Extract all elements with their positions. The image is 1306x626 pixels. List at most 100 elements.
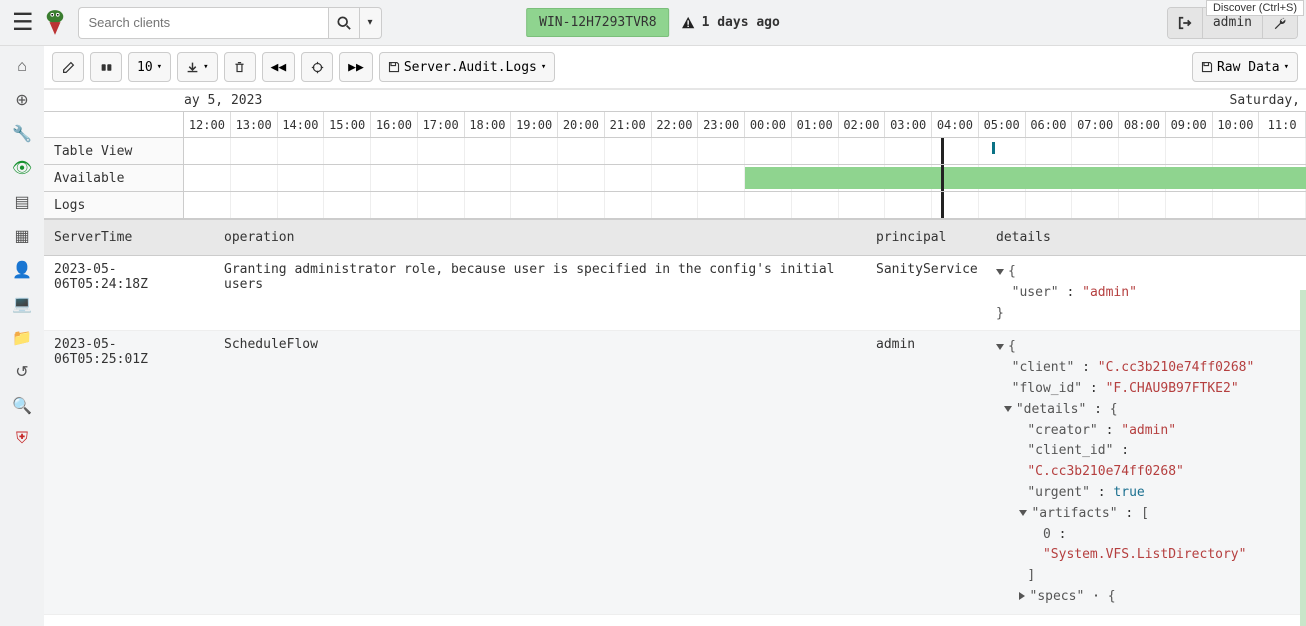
- menu-icon[interactable]: ☰: [8, 4, 38, 41]
- timeline-hour: 12:00: [184, 112, 231, 137]
- col-details[interactable]: details: [986, 230, 1306, 245]
- timeline-hour: 01:00: [792, 112, 839, 137]
- pencil-icon: [62, 61, 75, 74]
- crosshair-icon: [311, 61, 324, 74]
- search-input[interactable]: [78, 7, 328, 39]
- laptop-icon[interactable]: 💻: [12, 294, 32, 314]
- cell-details: { "user" : "admin" }: [986, 262, 1306, 324]
- delete-button[interactable]: [224, 52, 256, 82]
- timeline-marker[interactable]: [992, 142, 995, 154]
- trash-icon: [233, 61, 246, 74]
- edit-button[interactable]: [52, 52, 84, 82]
- rewind-button[interactable]: ◀◀: [262, 52, 296, 82]
- json-toggle-icon[interactable]: [996, 269, 1004, 275]
- binoculars-icon[interactable]: 🔍: [12, 396, 32, 416]
- save-icon: [1201, 61, 1213, 73]
- user-icon[interactable]: 👤: [12, 260, 32, 280]
- app-logo-icon: [44, 8, 66, 38]
- timeline-hour: 11:0: [1259, 112, 1306, 137]
- raw-data-dropdown[interactable]: Raw Data▾: [1192, 52, 1298, 82]
- search-options-caret[interactable]: ▾: [360, 7, 382, 39]
- timeline-hours-row: 12:0013:0014:0015:0016:0017:0018:0019:00…: [44, 112, 1306, 138]
- table-header: ServerTime operation principal details: [44, 220, 1306, 256]
- table-row[interactable]: 2023-05-06T05:24:18Z Granting administra…: [44, 256, 1306, 331]
- timeline-hour: 16:00: [371, 112, 418, 137]
- col-servertime[interactable]: ServerTime: [44, 230, 214, 245]
- timeline-hour: 20:00: [558, 112, 605, 137]
- artifact-dropdown[interactable]: Server.Audit.Logs▾: [379, 52, 555, 82]
- center-button[interactable]: [301, 52, 333, 82]
- folder-icon[interactable]: 📁: [12, 328, 32, 348]
- cell-details: { "client" : "C.cc3b210e74ff0268" "flow_…: [986, 337, 1306, 607]
- tools-icon[interactable]: 🔧: [12, 124, 32, 144]
- target-icon[interactable]: ⊕: [15, 90, 28, 110]
- eye-icon[interactable]: 👁: [12, 158, 32, 178]
- timeline-hour: 02:00: [839, 112, 886, 137]
- json-toggle-icon[interactable]: [1019, 592, 1025, 600]
- timeline-hour: 04:00: [932, 112, 979, 137]
- timeline-day-right: Saturday,: [1230, 93, 1300, 108]
- pagesize-dropdown[interactable]: 10▾: [128, 52, 171, 82]
- json-toggle-icon[interactable]: [1004, 406, 1012, 412]
- timeline-hour: 05:00: [979, 112, 1026, 137]
- binoculars-icon: [100, 61, 113, 74]
- download-dropdown[interactable]: ▾: [177, 52, 217, 82]
- timeline-hour: 09:00: [1166, 112, 1213, 137]
- json-toggle-icon[interactable]: [996, 344, 1004, 350]
- timeline-hour: 00:00: [745, 112, 792, 137]
- tooltip-discover: Discover (Ctrl+S): [1206, 0, 1304, 16]
- timeline-hour: 08:00: [1119, 112, 1166, 137]
- cell-principal: admin: [866, 337, 986, 607]
- timeline-hour: 18:00: [465, 112, 512, 137]
- wrench-icon: [1273, 16, 1287, 30]
- main: 10▾ ▾ ◀◀ ▶▶ Server.Audit.Logs▾ Raw Data▾…: [44, 46, 1306, 626]
- timeline-hour: 14:00: [278, 112, 325, 137]
- timeline-row-available[interactable]: Available: [44, 165, 184, 191]
- col-principal[interactable]: principal: [866, 230, 986, 245]
- timeline: ay 5, 2023 Saturday, 12:0013:0014:0015:0…: [44, 90, 1306, 220]
- scrollbar[interactable]: [1300, 290, 1306, 626]
- shield-icon[interactable]: ⛨: [16, 430, 28, 448]
- timeline-hour: 19:00: [511, 112, 558, 137]
- search-group: ▾: [78, 7, 382, 39]
- json-toggle-icon[interactable]: [1019, 510, 1027, 516]
- timeline-hour: 15:00: [324, 112, 371, 137]
- save-icon: [388, 61, 400, 73]
- forward-button[interactable]: ▶▶: [339, 52, 373, 82]
- logout-button[interactable]: [1168, 8, 1203, 38]
- book-icon[interactable]: ▦: [14, 226, 29, 246]
- home-icon[interactable]: ⌂: [17, 58, 27, 76]
- cell-operation: Granting administrator role, because use…: [214, 262, 866, 324]
- timeline-hour: 07:00: [1072, 112, 1119, 137]
- cell-time: 2023-05-06T05:25:01Z: [44, 337, 214, 607]
- leftrail: ⌂ ⊕ 🔧 👁 ▤ ▦ 👤 💻 📁 ↺ 🔍 ⛨: [0, 46, 44, 626]
- cell-principal: SanityService: [866, 262, 986, 324]
- host-badge[interactable]: WIN-12H7293TVR8: [526, 8, 669, 37]
- cell-time: 2023-05-06T05:24:18Z: [44, 262, 214, 324]
- timeline-day-left: ay 5, 2023: [184, 93, 262, 108]
- timeline-hour: 10:00: [1213, 112, 1260, 137]
- availability-bar: [745, 167, 1306, 189]
- table-row[interactable]: 2023-05-06T05:25:01Z ScheduleFlow admin …: [44, 331, 1306, 614]
- timeline-hour: 17:00: [418, 112, 465, 137]
- toolbar: 10▾ ▾ ◀◀ ▶▶ Server.Audit.Logs▾ Raw Data▾: [44, 46, 1306, 90]
- search-button[interactable]: [328, 7, 360, 39]
- logout-icon: [1178, 16, 1192, 30]
- timeline-hour: 23:00: [698, 112, 745, 137]
- server-icon[interactable]: ▤: [14, 192, 29, 212]
- filter-button[interactable]: [90, 52, 122, 82]
- timeline-hour: 03:00: [885, 112, 932, 137]
- timeline-hour: 13:00: [231, 112, 278, 137]
- search-icon: [337, 16, 351, 30]
- topbar: ☰ ▾ WIN-12H7293TVR8 1 days ago admin: [0, 0, 1306, 46]
- timeline-hour: 06:00: [1026, 112, 1073, 137]
- timeline-hour: 22:00: [652, 112, 699, 137]
- timeline-hour: 21:00: [605, 112, 652, 137]
- warning-text: 1 days ago: [702, 15, 780, 30]
- history-icon[interactable]: ↺: [15, 362, 28, 382]
- timeline-row-logs[interactable]: Logs: [44, 192, 184, 218]
- download-icon: [186, 61, 199, 74]
- log-table: ServerTime operation principal details 2…: [44, 220, 1306, 626]
- col-operation[interactable]: operation: [214, 230, 866, 245]
- timeline-row-tableview[interactable]: Table View: [44, 138, 184, 164]
